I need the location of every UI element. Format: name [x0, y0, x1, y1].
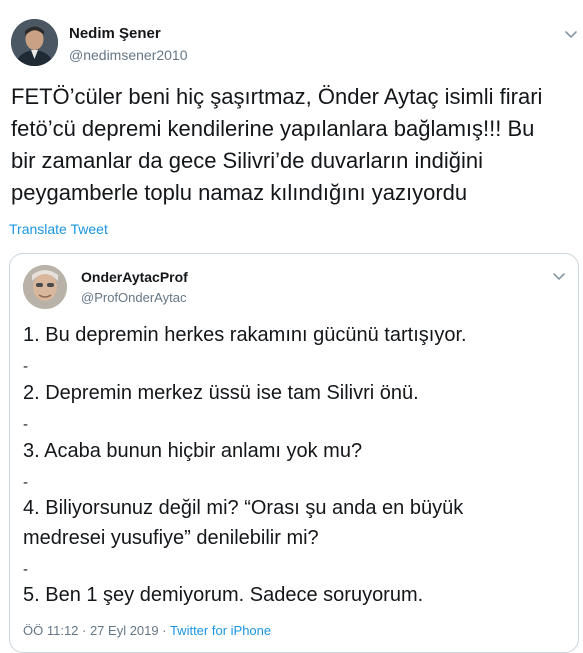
profile-photo-icon [11, 19, 58, 66]
author-avatar[interactable] [11, 19, 58, 66]
quoted-tweet-line: 1. Bu depremin herkes rakamını gücünü ta… [23, 324, 467, 346]
quoted-tweet-line: 2. Depremin merkez üssü ise tam Silivri … [23, 382, 419, 404]
tweet-text-line: fetö’cü depremi kendilerine yapılanlara … [11, 116, 535, 141]
chevron-down-icon[interactable] [563, 26, 579, 42]
quoted-author-handle[interactable]: @ProfOnderAytac [81, 290, 186, 305]
tweet: Nedim Şener @nedimsener2010 FETÖ’cüler b… [0, 0, 583, 653]
tweet-text-line: peygamberle toplu namaz kılındığını yazı… [11, 180, 468, 205]
tweet-text-line: bir zamanlar da gece Silivri’de duvarlar… [11, 148, 484, 173]
quoted-tweet-line: - [23, 358, 28, 375]
tweet-text: FETÖ’cüler beni hiç şaşırtmaz, Önder Ayt… [11, 81, 576, 209]
quoted-tweet-line: 5. Ben 1 şey demiyorum. Sadece soruyorum… [23, 584, 424, 606]
translate-tweet-link[interactable]: Translate Tweet [9, 221, 108, 237]
quoted-tweet-line: 3. Acaba bunun hiçbir anlamı yok mu? [23, 440, 363, 462]
quoted-author-name[interactable]: OnderAytacProf [81, 269, 188, 285]
quoted-tweet-line: - [23, 561, 28, 578]
quoted-tweet-line: medresei yusufiye” denilebilir mi? [23, 527, 319, 549]
profile-photo-icon [23, 265, 67, 309]
tweet-text-line: FETÖ’cüler beni hiç şaşırtmaz, Önder Ayt… [11, 84, 543, 109]
author-handle[interactable]: @nedimsener2010 [69, 47, 188, 63]
quoted-tweet-line: - [23, 474, 28, 491]
chevron-down-icon[interactable] [551, 268, 567, 284]
quoted-author-avatar[interactable] [23, 265, 67, 309]
quoted-tweet-line: 4. Biliyorsunuz değil mi? “Orası şu anda… [23, 497, 464, 519]
quoted-tweet-line: - [23, 416, 28, 433]
author-name[interactable]: Nedim Şener [69, 25, 161, 42]
